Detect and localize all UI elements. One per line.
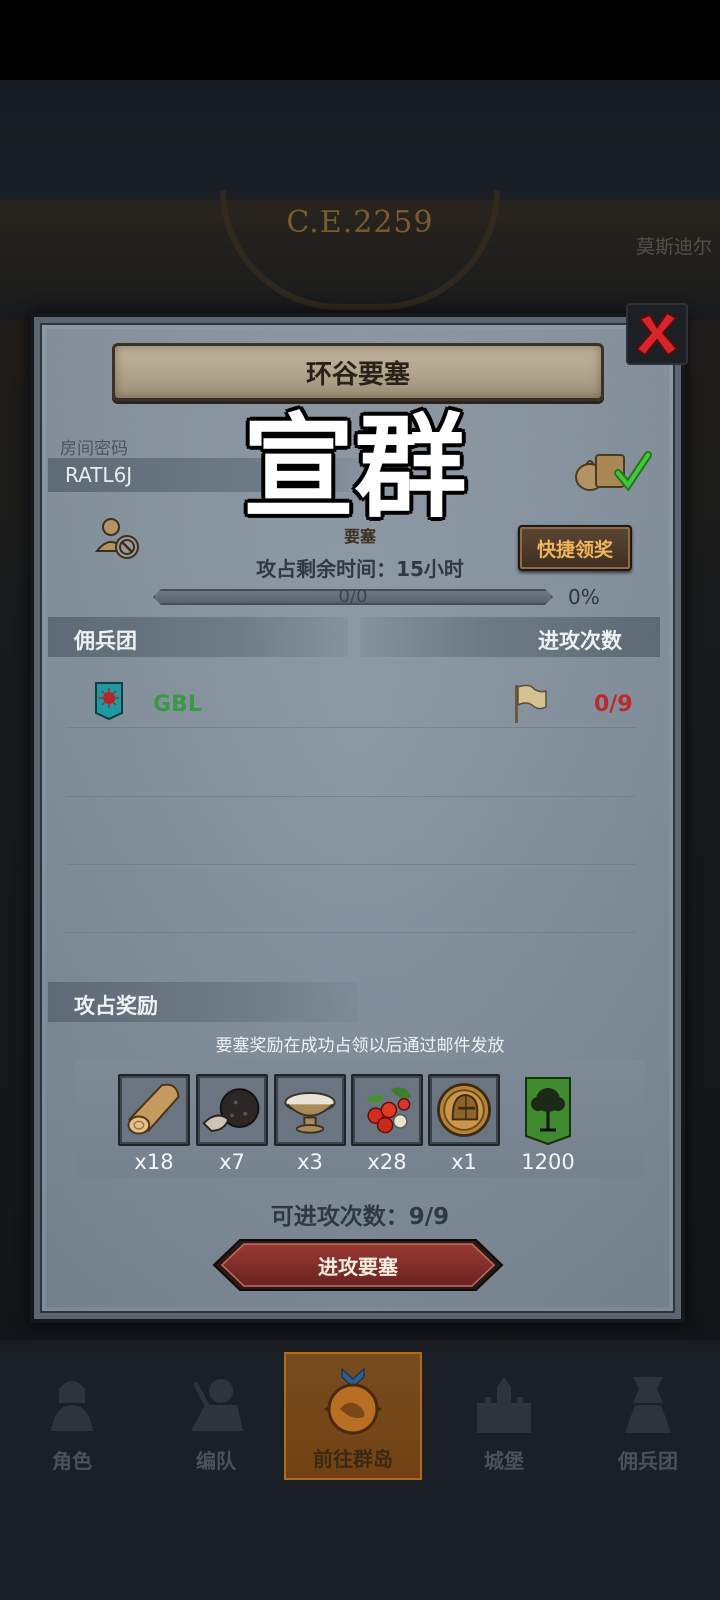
reward-item[interactable]: 1200 (512, 1074, 584, 1174)
bowl-icon (284, 1092, 336, 1134)
mercenary-icon (625, 1377, 671, 1433)
supply-bags-check-icon[interactable] (572, 445, 652, 493)
nav-item-islands[interactable]: 前往群岛 (284, 1352, 422, 1480)
mercenary-header: 佣兵团 (74, 629, 137, 653)
close-icon (635, 311, 679, 357)
attack-fortress-label: 进攻要塞 (318, 1254, 398, 1279)
reward-quantity: x18 (134, 1150, 174, 1174)
watermark-text: 宣群 (242, 403, 467, 533)
watermark-overlay: 宣群 (222, 400, 487, 536)
berries-icon (366, 1087, 412, 1134)
row-divider (66, 727, 636, 728)
occupation-progress-bar: 0/0 (143, 586, 563, 607)
reward-quantity: x28 (367, 1150, 407, 1174)
nav-label: 编队 (196, 1449, 236, 1473)
status-bar-area (0, 0, 720, 80)
row-divider (66, 796, 636, 797)
nav-item-formation[interactable]: 编队 (144, 1352, 288, 1480)
reward-tile (274, 1074, 346, 1146)
attack-flag-icon (515, 684, 547, 723)
reward-tile (351, 1074, 423, 1146)
bottom-base (0, 1480, 720, 1600)
reward-tile (118, 1074, 190, 1146)
rewards-header: 攻占奖励 (74, 994, 158, 1018)
bottom-navigation: 角色 编队 前往群岛 城堡 佣兵团 (0, 1352, 720, 1480)
title-scroll: 环谷要塞 (112, 343, 604, 401)
guild-attack-count: 0/9 (594, 692, 633, 717)
reward-item[interactable]: x1 (428, 1074, 500, 1174)
attack-count-header: 进攻次数 (538, 629, 622, 653)
soldier-icon (191, 1379, 243, 1431)
time-remaining: 攻占剩余时间：15小时 (256, 557, 464, 581)
reward-quantity: x3 (297, 1150, 323, 1174)
castle-icon (477, 1377, 531, 1433)
nav-item-character[interactable]: 角色 (0, 1352, 144, 1480)
reward-tile (196, 1074, 268, 1146)
reward-quantity: 1200 (521, 1150, 575, 1174)
reward-quantity: x7 (219, 1150, 245, 1174)
island-compass-icon (324, 1367, 382, 1435)
reward-item[interactable]: x28 (351, 1074, 423, 1174)
nav-label: 城堡 (484, 1449, 524, 1473)
room-code-value[interactable]: RATL6J (65, 463, 132, 487)
reward-tile (428, 1074, 500, 1146)
knight-icon (51, 1381, 93, 1431)
reward-item[interactable]: x7 (196, 1074, 268, 1174)
nav-label: 佣兵团 (618, 1449, 678, 1473)
reward-item[interactable]: x3 (274, 1074, 346, 1174)
room-code-label: 房间密码 (60, 439, 128, 459)
knight-helmet-coin-icon (437, 1083, 491, 1137)
reward-item[interactable]: x18 (118, 1074, 190, 1174)
progress-percent: 0% (568, 585, 600, 609)
guild-name[interactable]: GBL (153, 692, 202, 717)
reward-quantity: x1 (451, 1150, 477, 1174)
tree-banner-icon (525, 1077, 571, 1146)
dialog-title: 环谷要塞 (305, 359, 410, 390)
nav-item-castle[interactable]: 城堡 (432, 1352, 576, 1480)
wood-log-icon (127, 1083, 180, 1135)
truffle-icon (202, 1088, 260, 1132)
attack-fortress-button[interactable]: 进攻要塞 (212, 1238, 504, 1292)
available-attack-times: 可进攻次数：9/9 (270, 1204, 450, 1230)
row-divider (66, 932, 636, 933)
nav-label: 角色 (52, 1449, 92, 1473)
nav-item-mercenary[interactable]: 佣兵团 (576, 1352, 720, 1480)
reward-note: 要塞奖励在成功占领以后通过邮件发放 (215, 1036, 505, 1056)
row-divider (66, 864, 636, 865)
close-button[interactable] (626, 303, 688, 365)
guild-banner-icon (95, 682, 123, 721)
nav-label: 前往群岛 (313, 1447, 393, 1471)
reward-tile (512, 1074, 584, 1146)
progress-text: 0/0 (338, 586, 368, 607)
